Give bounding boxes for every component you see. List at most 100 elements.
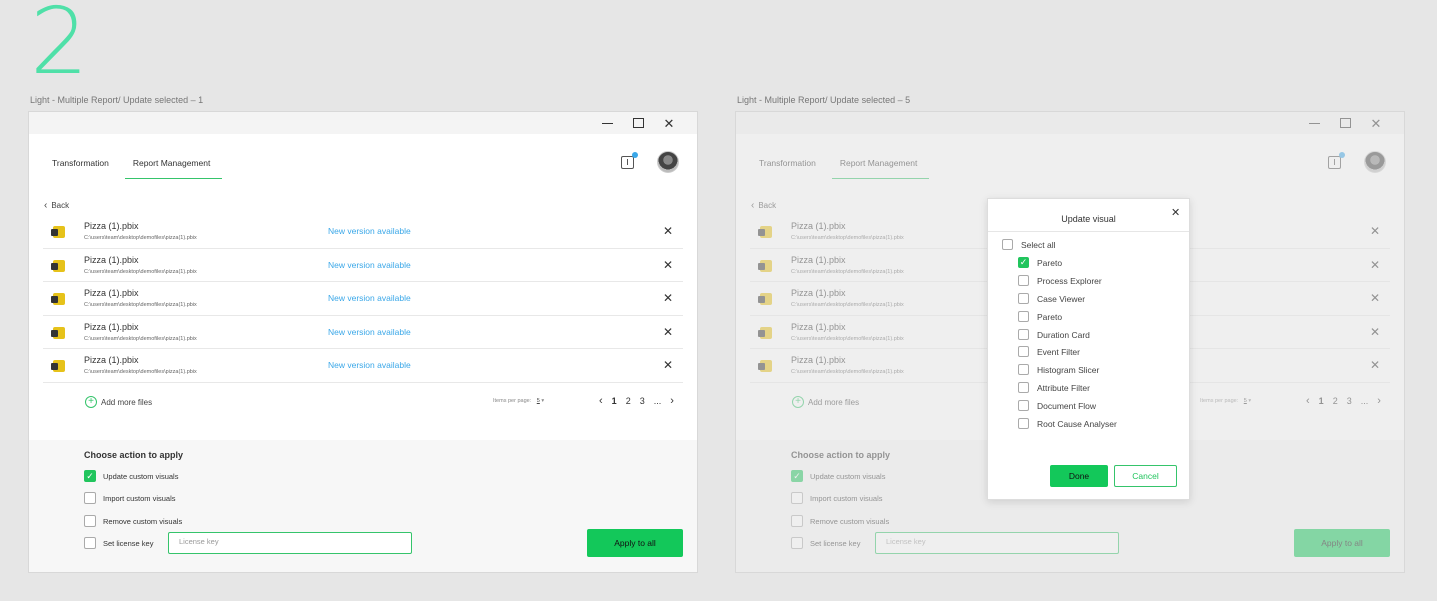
remove-file-icon[interactable]: ✕ bbox=[663, 224, 673, 238]
remove-file-icon[interactable]: ✕ bbox=[663, 258, 673, 272]
frame-caption-1: Light - Multiple Report/ Update selected… bbox=[30, 95, 204, 105]
file-icon bbox=[51, 226, 65, 238]
visual-option[interactable]: Case Viewer bbox=[1018, 293, 1085, 304]
close-icon[interactable]: ✕ bbox=[1171, 206, 1180, 219]
visual-option[interactable]: Histogram Slicer bbox=[1018, 364, 1099, 375]
remove-file-icon[interactable]: ✕ bbox=[663, 325, 673, 339]
remove-visuals-option[interactable]: Remove custom visuals bbox=[84, 515, 182, 527]
new-version-link[interactable]: New version available bbox=[328, 327, 411, 337]
set-license-option[interactable]: Set license key bbox=[84, 537, 153, 549]
visual-option[interactable]: Duration Card bbox=[1018, 329, 1090, 340]
page-ellipsis[interactable]: ... bbox=[654, 396, 662, 406]
checkbox[interactable] bbox=[1018, 346, 1029, 357]
remove-file-icon[interactable]: ✕ bbox=[663, 291, 673, 305]
done-button[interactable]: Done bbox=[1050, 465, 1108, 487]
option-label: Import custom visuals bbox=[103, 493, 176, 503]
visual-option[interactable]: Pareto bbox=[1018, 311, 1062, 322]
new-version-link[interactable]: New version available bbox=[328, 260, 411, 270]
items-per-page: Items per page: 5 ▾ bbox=[493, 398, 544, 404]
checkbox[interactable] bbox=[1018, 329, 1029, 340]
visual-option[interactable]: Attribute Filter bbox=[1018, 382, 1090, 393]
file-path: C:\users\team\desktop\demofiles\pizza(1)… bbox=[84, 235, 197, 241]
tab-transformation[interactable]: Transformation bbox=[52, 156, 109, 179]
maximize-icon[interactable] bbox=[631, 116, 645, 130]
list-item: Pizza (1).pbix C:\users\team\desktop\dem… bbox=[43, 349, 683, 383]
list-item: Pizza (1).pbix C:\users\team\desktop\dem… bbox=[43, 316, 683, 350]
list-item: Pizza (1).pbix C:\users\team\desktop\dem… bbox=[43, 282, 683, 316]
title-bar: ✕ bbox=[29, 112, 697, 134]
option-label: Select all bbox=[1021, 239, 1056, 250]
checkbox[interactable] bbox=[1018, 400, 1029, 411]
file-icon bbox=[51, 360, 65, 373]
visual-option[interactable]: Event Filter bbox=[1018, 346, 1080, 357]
back-link[interactable]: ‹Back bbox=[44, 200, 69, 211]
option-label: Event Filter bbox=[1037, 346, 1080, 357]
file-name: Pizza (1).pbix bbox=[84, 254, 139, 265]
list-item: Pizza (1).pbix C:\users\team\desktop\dem… bbox=[43, 249, 683, 283]
checkbox[interactable] bbox=[1002, 239, 1013, 250]
update-visuals-option[interactable]: ✓ Update custom visuals bbox=[84, 470, 178, 482]
checkbox[interactable] bbox=[84, 515, 96, 527]
option-label: Process Explorer bbox=[1037, 275, 1102, 286]
option-label: Attribute Filter bbox=[1037, 382, 1090, 393]
chevron-down-icon[interactable]: ▾ bbox=[541, 398, 544, 404]
visual-option[interactable]: Document Flow bbox=[1018, 400, 1096, 411]
page-2[interactable]: 2 bbox=[626, 396, 631, 406]
back-label: Back bbox=[51, 201, 70, 210]
actions-title: Choose action to apply bbox=[84, 450, 184, 460]
checkbox[interactable] bbox=[1018, 382, 1029, 393]
option-label: Duration Card bbox=[1037, 329, 1090, 340]
app-window-1: ✕ Transformation Report Management ‹ Back… bbox=[28, 111, 698, 573]
check-icon[interactable]: ✓ bbox=[84, 470, 96, 482]
checkbox[interactable] bbox=[1018, 293, 1029, 304]
checkbox[interactable] bbox=[1018, 275, 1029, 286]
page-3[interactable]: 3 bbox=[640, 396, 645, 406]
file-list: Pizza (1).pbix C:\users\team\desktop\dem… bbox=[43, 215, 683, 383]
select-all-option[interactable]: Select all bbox=[1002, 239, 1056, 250]
close-icon[interactable]: ✕ bbox=[662, 116, 676, 130]
option-label: Pareto bbox=[1037, 257, 1063, 268]
items-per-page-select[interactable]: 5 bbox=[537, 398, 540, 404]
update-visual-dialog: Update visual ✕ Select all ✓ Pareto Proce… bbox=[987, 198, 1190, 500]
chevron-left-icon[interactable]: ‹ bbox=[599, 395, 603, 407]
new-version-link[interactable]: New version available bbox=[328, 226, 411, 236]
page-1[interactable]: 1 bbox=[612, 396, 617, 406]
visual-option[interactable]: Process Explorer bbox=[1018, 275, 1102, 286]
import-visuals-option[interactable]: Import custom visuals bbox=[84, 492, 176, 504]
cancel-button[interactable]: Cancel bbox=[1114, 465, 1177, 487]
tab-bar: Transformation Report Management bbox=[52, 156, 244, 179]
checkbox[interactable] bbox=[1018, 418, 1029, 429]
remove-file-icon[interactable]: ✕ bbox=[663, 358, 673, 372]
page-number: 2 bbox=[30, 0, 89, 95]
dialog-title: Update visual bbox=[1061, 214, 1116, 224]
checkbox[interactable] bbox=[84, 492, 96, 504]
license-key-input[interactable]: License key bbox=[168, 532, 412, 554]
option-label: Case Viewer bbox=[1037, 293, 1086, 304]
pagination: ‹ 1 2 3 ... › bbox=[599, 395, 683, 407]
visual-option[interactable]: ✓ Pareto bbox=[1018, 257, 1062, 268]
file-name: Pizza (1).pbix bbox=[84, 221, 139, 231]
frame-caption-2: Light - Multiple Report/ Update selected… bbox=[737, 95, 911, 105]
checkbox[interactable] bbox=[1018, 311, 1029, 322]
action-panel: Choose action to apply ✓ Update custom vi… bbox=[29, 440, 697, 572]
chevron-right-icon[interactable]: › bbox=[670, 395, 674, 407]
new-version-link[interactable]: New version available bbox=[328, 360, 411, 370]
minimize-icon[interactable] bbox=[600, 116, 614, 130]
add-more-files-button[interactable]: + Add more files bbox=[85, 396, 152, 408]
avatar[interactable] bbox=[657, 151, 679, 173]
checkbox[interactable] bbox=[1018, 364, 1029, 375]
file-icon bbox=[51, 293, 65, 306]
visual-option[interactable]: Root Cause Analyser bbox=[1018, 418, 1117, 429]
items-per-page-label: Items per page: bbox=[493, 398, 532, 404]
option-label: Remove custom visuals bbox=[103, 516, 183, 526]
tab-report-management[interactable]: Report Management bbox=[124, 156, 223, 179]
option-label: Histogram Slicer bbox=[1037, 364, 1100, 375]
checkbox[interactable] bbox=[84, 537, 96, 549]
file-icon bbox=[51, 259, 65, 272]
apply-to-all-button[interactable]: Apply to all bbox=[587, 529, 683, 557]
check-icon[interactable]: ✓ bbox=[1018, 257, 1029, 268]
option-label: Document Flow bbox=[1037, 400, 1097, 411]
divider bbox=[988, 231, 1189, 232]
update-icon[interactable] bbox=[621, 152, 638, 169]
new-version-link[interactable]: New version available bbox=[328, 293, 411, 303]
